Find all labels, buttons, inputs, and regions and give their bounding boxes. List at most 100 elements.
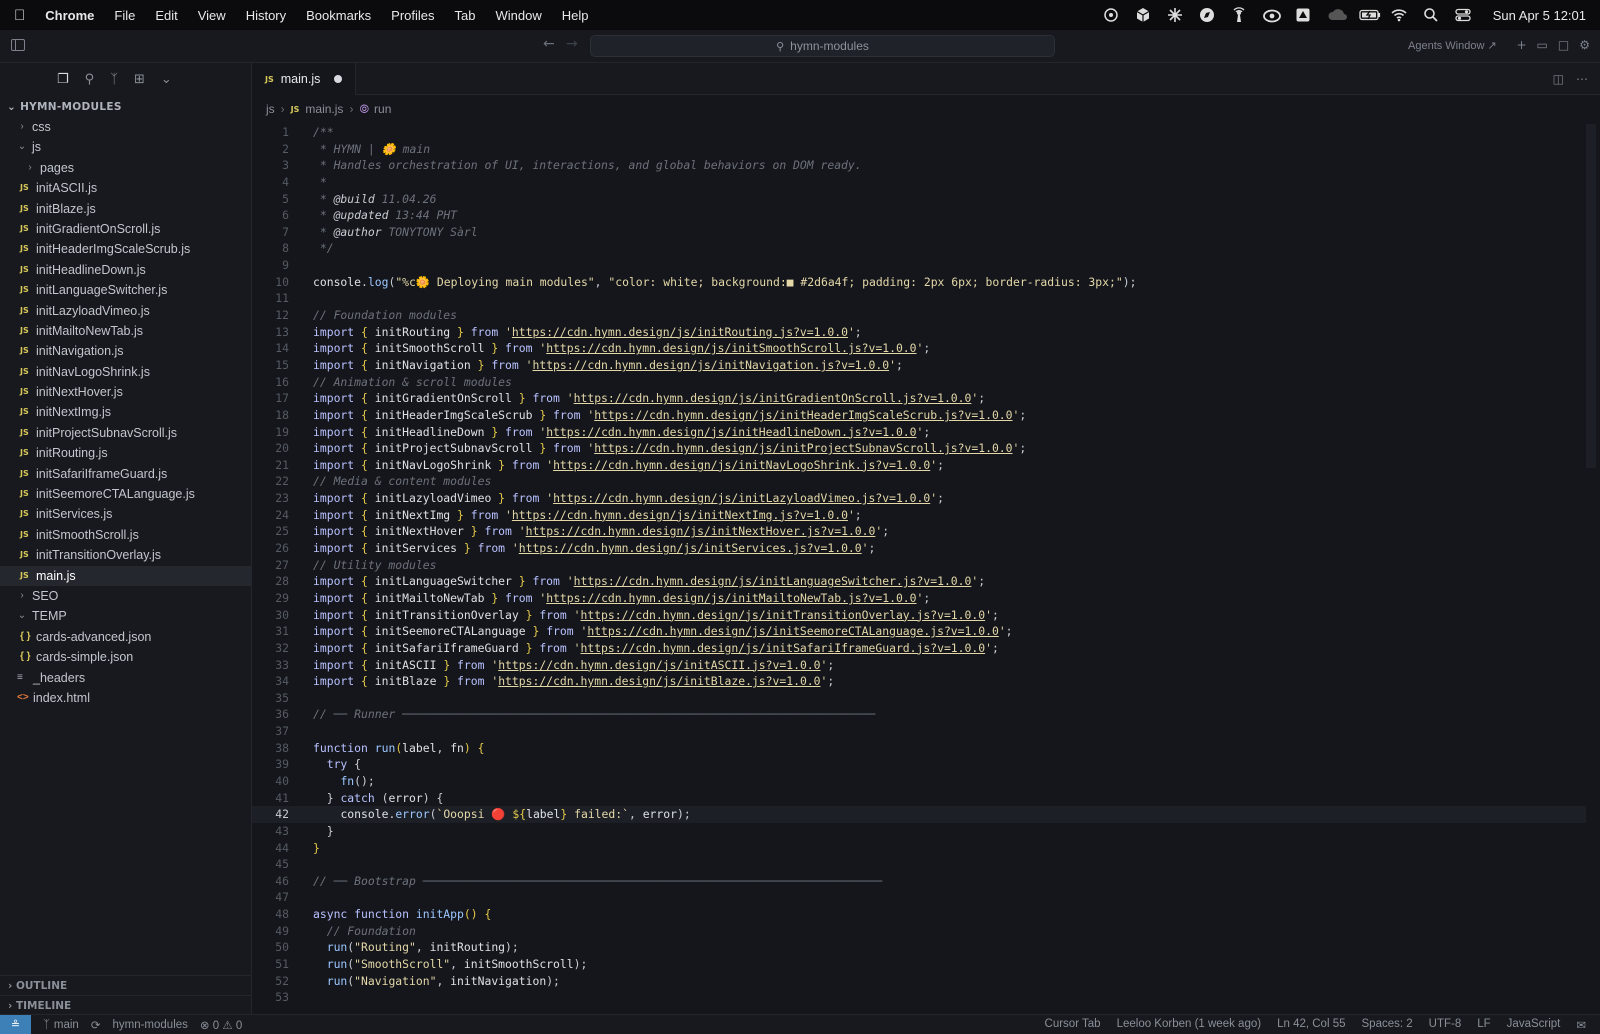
code-line[interactable]: 31 import { initSeemoreCTALanguage } from… bbox=[252, 623, 1586, 640]
menu-view[interactable]: View bbox=[198, 8, 226, 23]
code-line[interactable]: 22 // Media & content modules bbox=[252, 473, 1586, 490]
cursor-tab-status[interactable]: Cursor Tab bbox=[1045, 1018, 1101, 1032]
code-line[interactable]: 32 import { initSafariIframeGuard } from … bbox=[252, 640, 1586, 657]
tree-folder[interactable]: ⌄ js bbox=[0, 137, 251, 157]
code-line[interactable]: 17 import { initGradientOnScroll } from '… bbox=[252, 390, 1586, 407]
tree-file[interactable]: <> index.html bbox=[0, 688, 251, 708]
problems-count[interactable]: ⊗ 0 ⚠ 0 bbox=[200, 1018, 242, 1032]
code-token[interactable]: https://cdn.hymn.design/js/initBlaze.js?… bbox=[498, 674, 820, 688]
tree-file[interactable]: JS initLanguageSwitcher.js bbox=[0, 280, 251, 300]
broadcast-icon[interactable] bbox=[1231, 7, 1247, 23]
code-line[interactable]: 52 run("Navigation", initNavigation); bbox=[252, 973, 1586, 990]
tree-file[interactable]: JS initServices.js bbox=[0, 504, 251, 524]
code-line[interactable]: 48 async function initApp() { bbox=[252, 906, 1586, 923]
tree-folder[interactable]: ⌄ TEMP bbox=[0, 606, 251, 626]
repo-name[interactable]: hymn-modules bbox=[112, 1019, 187, 1031]
unsaved-dot-icon[interactable] bbox=[334, 75, 343, 83]
code-line[interactable]: 51 run("SmoothScroll", initSmoothScroll)… bbox=[252, 956, 1586, 973]
code-line[interactable]: 14 import { initSmoothScroll } from 'http… bbox=[252, 340, 1586, 357]
code-line[interactable]: 26 import { initServices } from 'https://… bbox=[252, 540, 1586, 557]
breadcrumb-folder[interactable]: js bbox=[266, 102, 275, 116]
code-line[interactable]: 41 } catch (error) { bbox=[252, 790, 1586, 807]
control-center-icon[interactable] bbox=[1455, 7, 1471, 23]
code-line[interactable]: 9 bbox=[252, 257, 1586, 274]
apple-menu-icon[interactable]:  bbox=[14, 7, 25, 24]
code-line[interactable]: 18 import { initHeaderImgScaleScrub } fro… bbox=[252, 407, 1586, 424]
code-line[interactable]: 50 run("Routing", initRouting); bbox=[252, 939, 1586, 956]
code-line[interactable]: 19 import { initHeadlineDown } from 'http… bbox=[252, 424, 1586, 441]
code-token[interactable]: https://cdn.hymn.design/js/initProjectSu… bbox=[594, 441, 1012, 455]
code-line[interactable]: 3 * Handles orchestration of UI, interac… bbox=[252, 157, 1586, 174]
menu-file[interactable]: File bbox=[114, 8, 135, 23]
code-line[interactable]: 40 fn(); bbox=[252, 773, 1586, 790]
code-token[interactable]: https://cdn.hymn.design/js/initSmoothScr… bbox=[546, 341, 916, 355]
code-line[interactable]: 6 * @updated 13:44 PHT bbox=[252, 207, 1586, 224]
code-token[interactable]: https://cdn.hymn.design/js/initSafariIfr… bbox=[580, 641, 985, 655]
breadcrumb-file[interactable]: main.js bbox=[305, 102, 343, 116]
notifications-bell-icon[interactable]: ✉ bbox=[1576, 1018, 1586, 1032]
git-blame[interactable]: Leeloo Korben (1 week ago) bbox=[1117, 1018, 1262, 1032]
code-token[interactable]: https://cdn.hymn.design/js/initNextHover… bbox=[526, 524, 876, 538]
menu-profiles[interactable]: Profiles bbox=[391, 8, 434, 23]
timeline-panel-header[interactable]: › TIMELINE bbox=[0, 995, 252, 1015]
code-line[interactable]: 44} bbox=[252, 840, 1586, 857]
code-line[interactable]: 12 // Foundation modules bbox=[252, 307, 1586, 324]
settings-gear-icon[interactable]: ⚙ bbox=[1579, 38, 1590, 52]
more-views-chevron-icon[interactable]: ⌄ bbox=[161, 72, 172, 87]
code-line[interactable]: 7 * @author TONYTONY Sàrl bbox=[252, 224, 1586, 241]
menu-app-chrome[interactable]: Chrome bbox=[45, 8, 94, 23]
tree-folder[interactable]: › css bbox=[0, 117, 251, 137]
code-line[interactable]: 4 * bbox=[252, 174, 1586, 191]
menu-bookmarks[interactable]: Bookmarks bbox=[306, 8, 371, 23]
tree-file[interactable]: JS initBlaze.js bbox=[0, 199, 251, 219]
tree-file[interactable]: JS initMailtoNewTab.js bbox=[0, 321, 251, 341]
creative-cloud-icon[interactable] bbox=[1262, 7, 1281, 23]
menubar-clock[interactable]: Sun Apr 5 12:01 bbox=[1493, 8, 1586, 23]
outline-panel-header[interactable]: › OUTLINE bbox=[0, 975, 252, 995]
code-line[interactable]: 46 // ── Bootstrap ──────────────────────… bbox=[252, 873, 1586, 890]
code-token[interactable]: https://cdn.hymn.design/js/initServices.… bbox=[519, 541, 862, 555]
cloud-icon[interactable] bbox=[1327, 7, 1347, 23]
drive-icon[interactable] bbox=[1295, 7, 1311, 23]
code-line[interactable]: 13 import { initRouting } from 'https://c… bbox=[252, 324, 1586, 341]
code-line[interactable]: 38 function run(label, fn) { bbox=[252, 740, 1586, 757]
code-line[interactable]: 24 import { initNextImg } from 'https://c… bbox=[252, 507, 1586, 524]
code-line[interactable]: 23 import { initLazyloadVimeo } from 'htt… bbox=[252, 490, 1586, 507]
wifi-icon[interactable] bbox=[1391, 7, 1407, 23]
tree-file[interactable]: JS initNavigation.js bbox=[0, 341, 251, 361]
navigate-back-icon[interactable]: ← bbox=[543, 36, 555, 52]
menu-tab[interactable]: Tab bbox=[455, 8, 476, 23]
language-mode[interactable]: JavaScript bbox=[1507, 1018, 1561, 1032]
code-token[interactable]: https://cdn.hymn.design/js/initLanguageS… bbox=[574, 574, 972, 588]
tab-main-js[interactable]: JS main.js bbox=[252, 63, 356, 95]
panel-toggle-icon[interactable]: ▭ bbox=[1537, 38, 1548, 52]
breadcrumb-symbol[interactable]: run bbox=[374, 102, 391, 116]
encoding[interactable]: UTF-8 bbox=[1429, 1018, 1462, 1032]
code-line[interactable]: 15 import { initNavigation } from 'https:… bbox=[252, 357, 1586, 374]
code-line[interactable]: 2 * HYMN | 🌼 main bbox=[252, 141, 1586, 158]
command-center-search[interactable]: ⚲ hymn-modules bbox=[590, 35, 1055, 57]
code-token[interactable]: https://cdn.hymn.design/js/initTransitio… bbox=[580, 608, 985, 622]
sparkle-icon[interactable] bbox=[1167, 7, 1183, 23]
tree-file[interactable]: JS main.js bbox=[0, 565, 251, 586]
split-editor-icon[interactable]: ◫ bbox=[1553, 72, 1564, 86]
code-line[interactable]: 8 */ bbox=[252, 240, 1586, 257]
editor-scrollbar[interactable] bbox=[1586, 124, 1596, 468]
tree-file[interactable]: JS initNextHover.js bbox=[0, 382, 251, 402]
menu-help[interactable]: Help bbox=[562, 8, 589, 23]
agents-window-button[interactable]: Agents Window ↗ bbox=[1408, 39, 1497, 52]
code-token[interactable]: https://cdn.hymn.design/js/initHeaderImg… bbox=[594, 408, 1012, 422]
code-line[interactable]: 42 console.error(`Ooopsi 🔴 ${label} fail… bbox=[252, 806, 1586, 823]
code-token[interactable]: https://cdn.hymn.design/js/initNavigatio… bbox=[532, 358, 889, 372]
code-line[interactable]: 39 try { bbox=[252, 756, 1586, 773]
code-line[interactable]: 5 * @build 11.04.26 bbox=[252, 191, 1586, 208]
tree-folder[interactable]: › pages bbox=[0, 158, 251, 178]
code-line[interactable]: 28 import { initLanguageSwitcher } from '… bbox=[252, 573, 1586, 590]
code-line[interactable]: 34 import { initBlaze } from 'https://cdn… bbox=[252, 673, 1586, 690]
cursor-position[interactable]: Ln 42, Col 55 bbox=[1277, 1018, 1345, 1032]
tree-file[interactable]: JS initLazyloadVimeo.js bbox=[0, 301, 251, 321]
code-line[interactable]: 29 import { initMailtoNewTab } from 'http… bbox=[252, 590, 1586, 607]
code-token[interactable]: https://cdn.hymn.design/js/initGradientO… bbox=[574, 391, 972, 405]
code-line[interactable]: 16 // Animation & scroll modules bbox=[252, 374, 1586, 391]
menu-window[interactable]: Window bbox=[496, 8, 542, 23]
